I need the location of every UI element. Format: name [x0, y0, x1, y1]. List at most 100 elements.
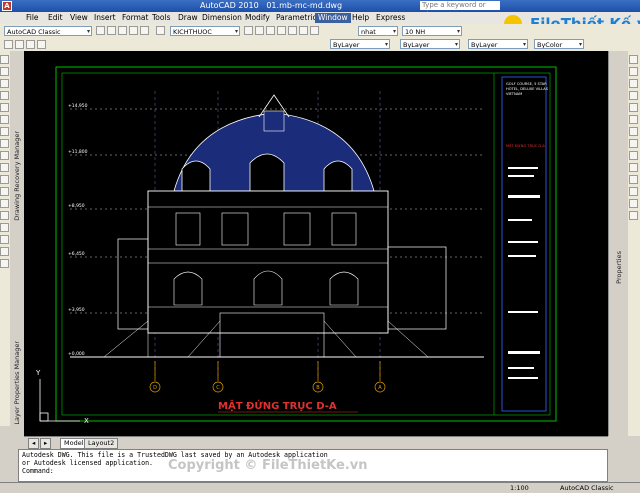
tab-layout2[interactable]: Layout2 — [84, 438, 119, 449]
tab-nav-prev[interactable]: ▸ — [40, 438, 52, 449]
layer-icon[interactable] — [244, 26, 253, 35]
copy-icon[interactable] — [629, 67, 638, 76]
lock-icon[interactable] — [37, 40, 46, 49]
match-properties-icon[interactable] — [156, 26, 165, 35]
right-palette-strip: Properties — [608, 51, 629, 436]
design-center-icon[interactable] — [310, 26, 319, 35]
menu-window[interactable]: Window — [315, 13, 351, 23]
level-mark: +0,000 — [68, 351, 85, 357]
linetype-dropdown[interactable]: ByLayer — [400, 39, 460, 49]
status-bar: 1:100 AutoCAD Classic — [0, 482, 640, 493]
tab-nav-first[interactable]: ◂ — [28, 438, 40, 449]
level-mark: +14,950 — [68, 103, 88, 109]
level-mark: +8,950 — [68, 203, 85, 209]
multiline-text-icon[interactable] — [0, 259, 9, 268]
sun-icon[interactable] — [26, 40, 35, 49]
menu-express[interactable]: Express — [376, 13, 405, 23]
new-icon[interactable] — [96, 26, 105, 35]
level-mark: +3,950 — [68, 307, 85, 313]
menu-help[interactable]: Help — [352, 13, 369, 23]
lineweight-dropdown[interactable]: 10 NH — [402, 26, 462, 36]
table-icon[interactable] — [0, 247, 9, 256]
title-block-line: VIETNAM — [506, 92, 522, 96]
extend-icon[interactable] — [629, 175, 638, 184]
trim-icon[interactable] — [629, 163, 638, 172]
offset-icon[interactable] — [629, 91, 638, 100]
erase-icon[interactable] — [629, 55, 638, 64]
line-icon[interactable] — [0, 55, 9, 64]
rectangle-icon[interactable] — [0, 103, 9, 112]
menu-edit[interactable]: Edit — [48, 13, 63, 23]
arc-icon[interactable] — [0, 115, 9, 124]
save-icon[interactable] — [118, 26, 127, 35]
axis-label-d: D — [153, 385, 157, 391]
zoom-icon[interactable] — [255, 26, 264, 35]
plotstyle-dropdown[interactable]: ByColor — [534, 39, 584, 49]
zoom-previous-icon[interactable] — [288, 26, 297, 35]
layer-properties-icon[interactable] — [4, 40, 13, 49]
rotate-icon[interactable] — [629, 127, 638, 136]
standard-toolbar: AutoCAD Classic KICHTHUOC nhat 10 NH — [0, 24, 640, 39]
insert-block-icon[interactable] — [0, 175, 9, 184]
open-icon[interactable] — [107, 26, 116, 35]
menu-modify[interactable]: Modify — [245, 13, 270, 23]
properties-toolbar: ByLayer ByLayer ByLayer ByColor — [0, 38, 640, 52]
search-input[interactable]: Type a keyword or phrase — [420, 1, 500, 18]
axis-label-a: A — [378, 385, 382, 391]
circle-icon[interactable] — [0, 127, 9, 136]
workspace-dropdown[interactable]: AutoCAD Classic — [4, 26, 92, 36]
menu-file[interactable]: File — [26, 13, 39, 23]
modify-toolbar — [628, 51, 640, 436]
level-mark: +11,800 — [68, 149, 88, 155]
region-icon[interactable] — [0, 235, 9, 244]
menu-tools[interactable]: Tools — [152, 13, 170, 23]
color-dropdown[interactable]: ByLayer — [330, 39, 390, 49]
annotation-scale[interactable]: 1:100 — [510, 484, 529, 492]
layer-properties-manager-tab[interactable]: Layer Properties Manager — [13, 341, 21, 425]
explode-icon[interactable] — [629, 211, 638, 220]
spline-icon[interactable] — [0, 151, 9, 160]
scale-icon[interactable] — [629, 139, 638, 148]
menu-draw[interactable]: Draw — [178, 13, 198, 23]
ellipse-icon[interactable] — [0, 163, 9, 172]
properties-icon[interactable] — [299, 26, 308, 35]
elevation-title: MẶT ĐỨNG TRỤC D-A — [218, 398, 337, 412]
construction-line-icon[interactable] — [0, 67, 9, 76]
fillet-icon[interactable] — [629, 199, 638, 208]
ucs-y-label: Y — [35, 369, 41, 377]
axis-label-c: C — [216, 385, 220, 391]
watermark: Copyright © FileThietKe.vn — [168, 458, 368, 473]
stretch-icon[interactable] — [629, 151, 638, 160]
ucs-x-label: X — [84, 417, 89, 425]
break-icon[interactable] — [629, 187, 638, 196]
pan-icon[interactable] — [266, 26, 275, 35]
menu-dimension[interactable]: Dimension — [202, 13, 242, 23]
polyline-icon[interactable] — [0, 79, 9, 88]
autocad-logo-icon[interactable]: A — [2, 1, 12, 11]
hatch-icon[interactable] — [0, 211, 9, 220]
gradient-icon[interactable] — [0, 223, 9, 232]
polygon-icon[interactable] — [0, 91, 9, 100]
layer-dropdown[interactable]: nhat — [358, 26, 398, 36]
left-palette-strip: Drawing Recovery Manager Layer Propertie… — [10, 51, 25, 436]
properties-tab[interactable]: Properties — [615, 251, 623, 284]
make-block-icon[interactable] — [0, 187, 9, 196]
linetype2-dropdown[interactable]: ByLayer — [468, 39, 528, 49]
menu-insert[interactable]: Insert — [94, 13, 116, 23]
array-icon[interactable] — [629, 103, 638, 112]
revision-cloud-icon[interactable] — [0, 139, 9, 148]
drawing-recovery-manager-tab[interactable]: Drawing Recovery Manager — [13, 131, 21, 221]
zoom-window-icon[interactable] — [277, 26, 286, 35]
bulb-icon[interactable] — [15, 40, 24, 49]
move-icon[interactable] — [629, 115, 638, 124]
mirror-icon[interactable] — [629, 79, 638, 88]
menu-view[interactable]: View — [70, 13, 88, 23]
menu-format[interactable]: Format — [122, 13, 148, 23]
print-icon[interactable] — [129, 26, 138, 35]
dimstyle-dropdown[interactable]: KICHTHUOC — [170, 26, 240, 36]
drawing-canvas[interactable]: +14,950 +11,800 +8,950 +6,450 +3,950 +0,… — [24, 51, 608, 436]
menu-parametric[interactable]: Parametric — [276, 13, 317, 23]
point-icon[interactable] — [0, 199, 9, 208]
workspace-status[interactable]: AutoCAD Classic — [560, 484, 614, 492]
preview-icon[interactable] — [140, 26, 149, 35]
